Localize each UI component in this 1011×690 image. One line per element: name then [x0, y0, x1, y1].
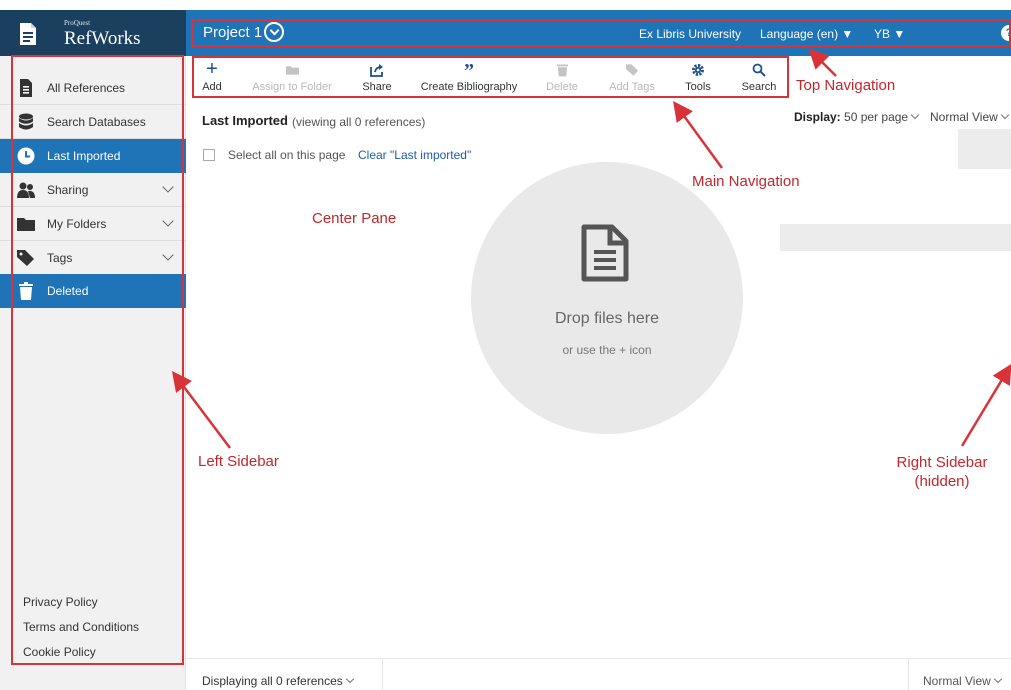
center-pane-annotation: Center Pane: [312, 210, 397, 227]
left-sidebar-highlight: [11, 55, 184, 665]
display-per-page-select[interactable]: Display: 50 per page: [794, 110, 920, 124]
divider: [908, 659, 909, 690]
bottom-view-select[interactable]: Normal View: [923, 674, 1003, 688]
page-title: Last Imported: [202, 113, 288, 128]
document-icon: [581, 224, 629, 282]
chevron-down-icon: [910, 110, 920, 120]
bottom-view-label: Normal View: [923, 674, 991, 688]
left-sidebar-annotation: Left Sidebar: [198, 453, 279, 470]
per-page-value: 50 per page: [844, 110, 909, 124]
reference-count: (viewing all 0 references): [292, 115, 426, 129]
drop-files-subtext: or use the + icon: [562, 343, 652, 357]
logo[interactable]: ProQuest RefWorks: [0, 10, 186, 56]
chevron-down-icon: [993, 674, 1003, 684]
top-navigation-highlight: [191, 19, 1011, 47]
select-all-checkbox[interactable]: [203, 149, 215, 161]
right-sidebar-placeholder: [958, 129, 1011, 169]
chevron-down-icon: [345, 674, 354, 684]
displaying-select[interactable]: Displaying all 0 references: [202, 674, 354, 688]
main-navigation-highlight: [192, 56, 789, 98]
display-label: Display:: [794, 110, 841, 124]
displaying-label: Displaying all 0 references: [202, 674, 343, 688]
right-sidebar-annotation-hidden: (hidden): [914, 473, 970, 490]
divider: [382, 659, 383, 690]
view-select[interactable]: Normal View: [930, 110, 1010, 124]
bottom-bar: Displaying all 0 references Normal View: [186, 658, 1011, 690]
logo-name: RefWorks: [64, 28, 141, 49]
logo-brand: ProQuest: [64, 19, 91, 27]
top-navigation-annotation: Top Navigation: [796, 77, 896, 94]
view-value: Normal View: [930, 110, 998, 124]
main-navigation-annotation: Main Navigation: [692, 173, 800, 190]
right-sidebar-placeholder: [780, 224, 1011, 251]
clear-last-imported-link[interactable]: Clear "Last imported": [358, 148, 471, 162]
select-all-label[interactable]: Select all on this page: [228, 148, 345, 162]
file-drop-zone[interactable]: [471, 162, 743, 434]
drop-files-text: Drop files here: [554, 310, 660, 327]
chevron-down-icon: [1000, 110, 1010, 120]
document-icon: [20, 23, 36, 45]
right-sidebar-annotation: Right Sidebar: [896, 454, 988, 471]
